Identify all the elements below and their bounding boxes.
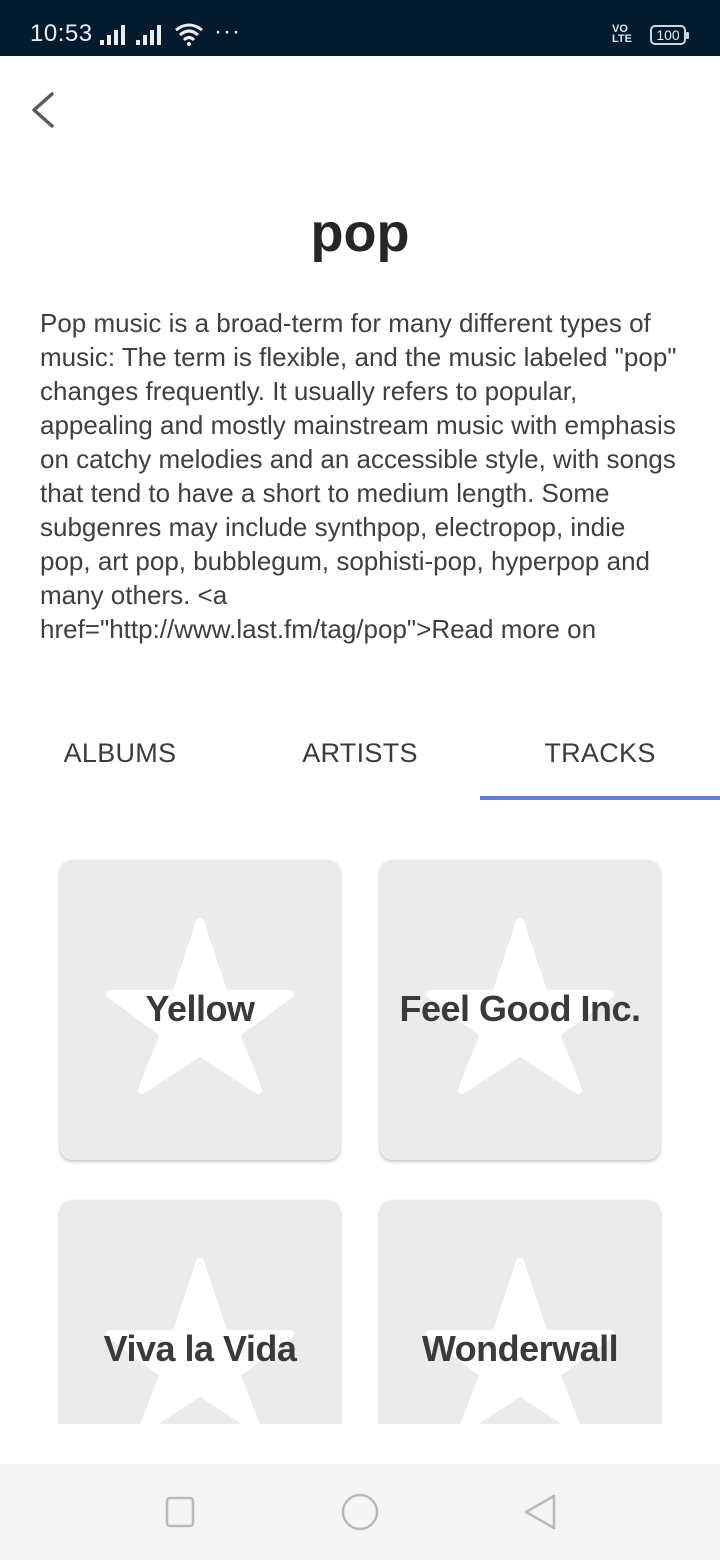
tab-bar: ALBUMS ARTISTS TRACKS (0, 714, 720, 802)
cell-signal-2-icon (136, 24, 166, 46)
square-icon (165, 1496, 195, 1528)
status-bar: 10:53 ··· VO LTE 100 (0, 0, 720, 56)
status-time: 10:53 (30, 20, 93, 47)
track-title: Wonderwall (421, 1328, 619, 1369)
track-card-wonderwall[interactable]: Wonderwall (380, 1200, 660, 1424)
home-button[interactable] (340, 1492, 380, 1532)
system-back-button[interactable] (520, 1492, 560, 1532)
cell-signal-icon (100, 24, 130, 46)
track-title: Yellow (145, 988, 255, 1029)
track-card-viva-la-vida[interactable]: Viva la Vida (60, 1200, 340, 1424)
back-button[interactable] (24, 86, 72, 134)
circle-icon (341, 1493, 379, 1531)
recents-button[interactable] (160, 1492, 200, 1532)
tab-albums[interactable]: ALBUMS (0, 714, 240, 800)
chevron-left-icon (32, 92, 54, 128)
track-title: Feel Good Inc. (399, 988, 641, 1029)
wifi-icon (174, 22, 204, 46)
more-notifications-icon: ··· (214, 18, 241, 45)
tracks-grid[interactable]: Yellow Feel Good Inc. Viva la Vida Wonde… (0, 840, 720, 1424)
track-card-yellow[interactable]: Yellow (60, 860, 340, 1160)
tag-description: Pop music is a broad-term for many diffe… (40, 308, 677, 644)
triangle-back-icon (524, 1494, 556, 1530)
volte-indicator: VO LTE (612, 24, 632, 45)
volte-line-2: LTE (612, 33, 632, 45)
tab-tracks[interactable]: TRACKS (480, 714, 720, 800)
track-title: Viva la Vida (103, 1328, 297, 1369)
tab-artists[interactable]: ARTISTS (240, 714, 480, 800)
track-card-feel-good-inc[interactable]: Feel Good Inc. (380, 860, 660, 1160)
battery-indicator: 100 (650, 25, 689, 45)
system-nav-bar (0, 1464, 720, 1560)
page-title: pop (310, 203, 410, 263)
